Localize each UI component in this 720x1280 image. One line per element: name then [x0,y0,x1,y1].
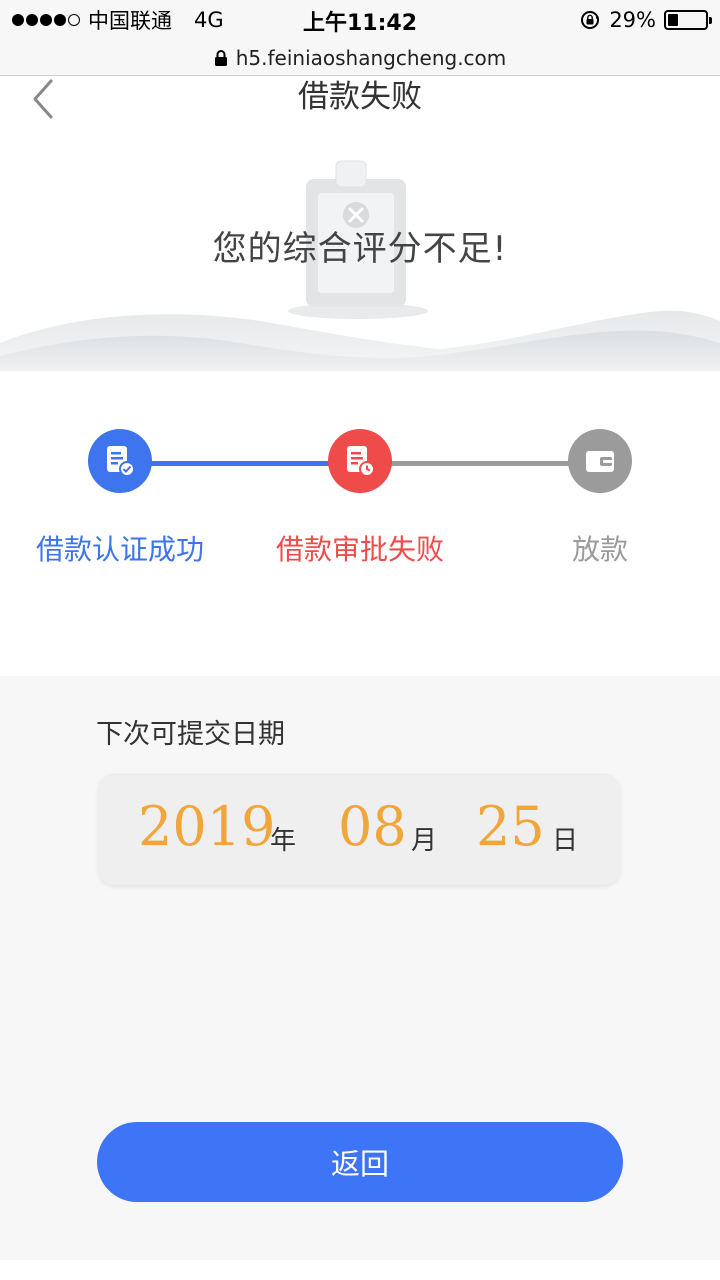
page-title: 借款失败 [298,79,422,115]
date-year-unit: 年 [270,826,297,856]
rotation-lock-icon [581,11,600,29]
date-month: 08 [338,795,407,858]
step-icon-approval-failed [328,429,392,493]
date-day: 25 [476,795,545,858]
wallet-icon [586,451,614,472]
document-clock-icon [347,446,375,477]
url-bar[interactable]: h5.feiniaoshangcheng.com [0,40,720,76]
loan-progress: 借款认证成功 借款审批失败 放款 [0,371,720,676]
battery-icon [664,10,712,30]
next-submit-section: 下次可提交日期 2019 年 08 月 25 日 返回 [0,676,720,1260]
date-day-unit: 日 [552,826,579,856]
status-right: 29% [579,6,712,34]
next-submit-label: 下次可提交日期 [96,719,285,750]
date-year: 2019 [138,795,276,858]
next-submit-date: 2019 年 08 月 25 日 [98,772,620,885]
result-hero: 您的综合评分不足! [0,121,720,371]
padlock-icon [214,49,227,66]
step-icon-disbursement [568,429,632,493]
step-label-verified: 借款认证成功 [35,533,204,566]
progress-line-pending [390,461,570,466]
url-text: h5.feiniaoshangcheng.com [235,45,507,70]
status-bar: 中国联通 4G 上午11:42 29% [0,0,720,40]
step-label-approval-failed: 借款审批失败 [275,533,444,566]
return-button[interactable]: 返回 [97,1122,623,1202]
nav-bar: 借款失败 [0,77,720,121]
document-check-icon [107,446,135,477]
battery-fill [668,14,679,26]
step-label-disbursement: 放款 [571,533,628,566]
battery-percent: 29% [609,8,656,32]
result-message: 您的综合评分不足! [212,229,508,269]
date-month-unit: 月 [411,826,438,856]
progress-line-done [150,461,330,466]
step-icon-verified [88,429,152,493]
